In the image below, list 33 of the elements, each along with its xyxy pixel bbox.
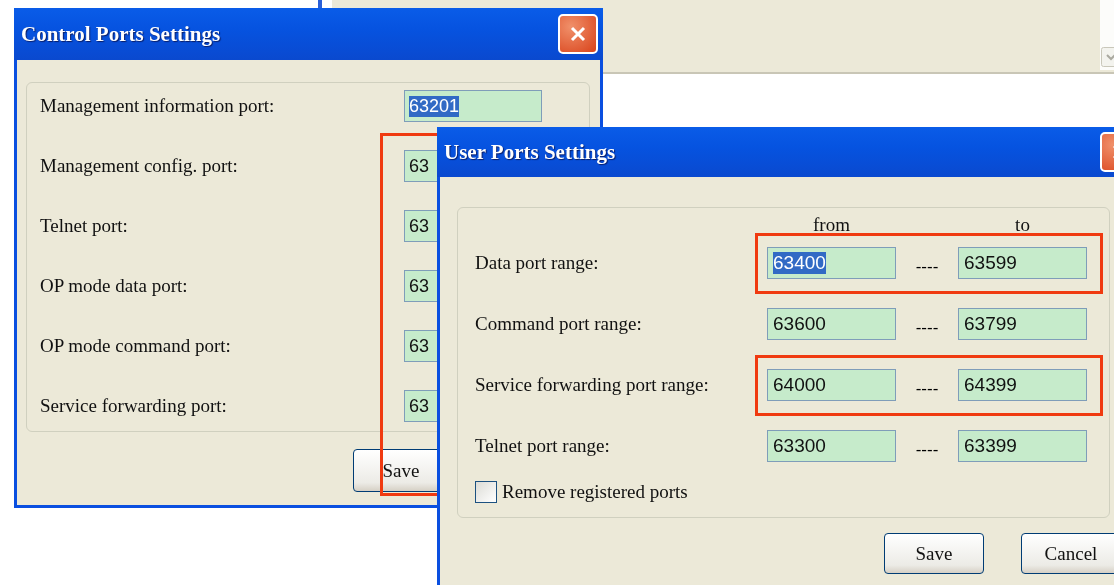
checkbox[interactable] — [475, 481, 497, 503]
range-separator: ---- — [914, 378, 940, 399]
port-field[interactable]: 63300 — [767, 430, 896, 462]
field-label: Management config. port: — [40, 155, 239, 177]
field-label: Telnet port: — [40, 215, 129, 237]
field-label: Command port range: — [475, 313, 643, 335]
field-label: Service forwarding port: — [40, 395, 228, 417]
cancel-button[interactable]: Cancel — [1021, 533, 1114, 574]
port-field[interactable]: 63400 — [767, 247, 896, 279]
field-label: Management information port: — [40, 95, 276, 117]
field-label: Data port range: — [475, 252, 600, 274]
field-label: OP mode data port: — [40, 275, 189, 297]
window-title: Control Ports Settings — [21, 21, 221, 47]
port-field[interactable]: 64399 — [958, 369, 1087, 401]
close-button[interactable] — [558, 14, 598, 54]
column-header: from — [812, 214, 851, 236]
save-button[interactable]: Save — [884, 533, 984, 574]
range-separator: ---- — [914, 317, 940, 338]
range-separator: ---- — [914, 256, 940, 277]
range-separator: ---- — [914, 439, 940, 460]
port-field[interactable]: 63600 — [767, 308, 896, 340]
checkbox-label: Remove registered ports — [502, 481, 688, 503]
field-label: OP mode command port: — [40, 335, 232, 357]
field-label: Service forwarding port range: — [475, 374, 710, 396]
window-title: User Ports Settings — [444, 139, 616, 165]
port-field[interactable]: 64000 — [767, 369, 896, 401]
column-header: to — [1014, 214, 1031, 236]
close-icon — [568, 24, 588, 44]
port-field[interactable]: 63599 — [958, 247, 1087, 279]
field-label: Telnet port range: — [475, 435, 611, 457]
port-field[interactable]: 63799 — [958, 308, 1087, 340]
port-field[interactable]: 63201 — [404, 90, 542, 122]
port-field[interactable]: 63399 — [958, 430, 1087, 462]
